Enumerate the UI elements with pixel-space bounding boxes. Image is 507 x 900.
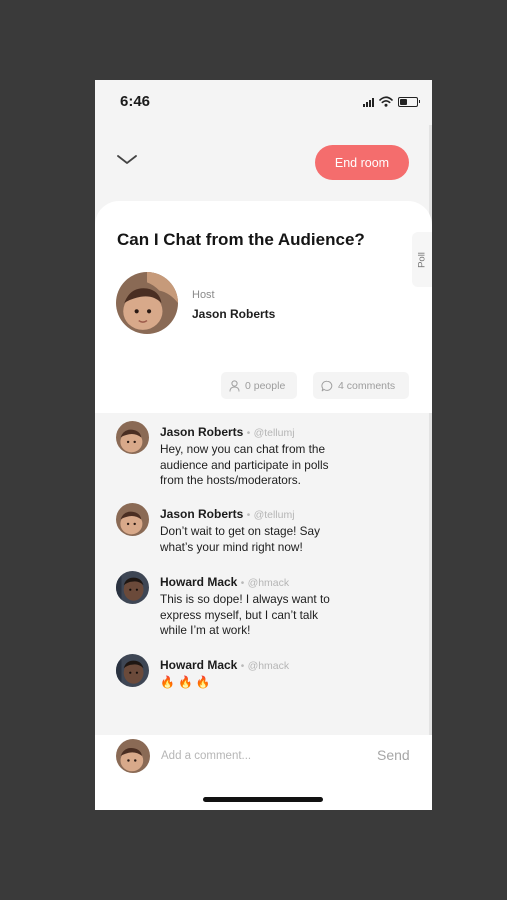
commenter-name[interactable]: Jason Roberts [160,425,243,439]
comment-header: Jason Roberts • @tellumj [160,425,295,439]
comments-list: Jason Roberts • @tellumj Hey, now you ca… [95,413,429,735]
commenter-avatar[interactable] [116,654,149,687]
comment-text: This is so dope! I always want to expres… [160,592,380,639]
person-icon [229,379,240,392]
battery-level [400,98,408,105]
send-button[interactable]: Send [377,747,410,763]
commenter-handle[interactable]: @hmack [248,577,290,589]
room-title: Can I Chat from the Audience? [117,230,365,249]
comment-composer: Send [95,735,432,810]
comment-text: 🔥 🔥 🔥 [160,675,380,691]
people-count-chip[interactable]: 0 people [221,372,297,399]
commenter-name[interactable]: Jason Roberts [160,507,243,521]
commenter-avatar[interactable] [116,421,149,454]
poll-tab-label: Poll [416,251,428,268]
chevron-down-icon [117,155,137,164]
poll-tab[interactable]: Poll [412,232,432,287]
status-icons [363,96,420,107]
comment-line: express myself, but I can’t talk [160,607,319,622]
handle-separator: • [246,510,251,521]
host-avatar[interactable] [116,272,178,334]
comment-header: Jason Roberts • @tellumj [160,507,295,521]
host-role-label: Host [192,289,215,301]
battery-icon [398,96,420,107]
chat-bubble-icon [321,380,333,391]
comment-line: while I’m at work! [160,623,251,637]
commenter-avatar[interactable] [116,571,149,604]
handle-separator: • [240,578,245,589]
commenter-handle[interactable]: @tellumj [254,509,295,521]
commenter-name[interactable]: Howard Mack [160,575,237,589]
host-avatar-image [116,272,178,334]
comments-count: 4 comments [338,379,396,392]
collapse-button[interactable] [115,150,139,170]
commenter-avatar[interactable] [116,503,149,536]
comment-input[interactable] [161,743,361,769]
comment-text: Don’t wait to get on stage! Say what’s y… [160,524,380,555]
comment-header: Howard Mack • @hmack [160,658,289,672]
commenter-name[interactable]: Howard Mack [160,658,237,672]
comment-line: what’s your mind right now! [160,539,303,554]
home-indicator[interactable] [203,797,323,802]
host-name[interactable]: Jason Roberts [192,307,275,321]
comment-line: audience and participate in polls [160,457,329,472]
room-card: Can I Chat from the Audience? Poll Host … [95,201,432,413]
commenter-handle[interactable]: @hmack [248,660,290,672]
current-user-avatar [116,739,150,773]
comment-line: 🔥 🔥 🔥 [160,675,211,689]
comment-line: Don’t wait to get on stage! Say [160,524,321,538]
wifi-icon [379,96,393,107]
handle-separator: • [246,428,251,439]
comment-line: This is so dope! I always want to [160,592,330,606]
people-count: 0 people [245,379,286,392]
status-bar: 6:46 [95,80,432,124]
phone-screen: 6:46 End room Can I Chat from the Audien… [95,80,432,810]
comments-count-chip[interactable]: 4 comments [313,372,409,399]
cellular-signal-icon [363,97,374,107]
handle-separator: • [240,661,245,672]
comment-text: Hey, now you can chat from the audience … [160,442,380,489]
comment-line: from the hosts/moderators. [160,473,301,487]
comment-line: Hey, now you can chat from the [160,442,326,456]
end-room-button[interactable]: End room [315,145,409,180]
commenter-handle[interactable]: @tellumj [254,427,295,439]
comment-header: Howard Mack • @hmack [160,575,289,589]
status-time: 6:46 [120,93,151,110]
